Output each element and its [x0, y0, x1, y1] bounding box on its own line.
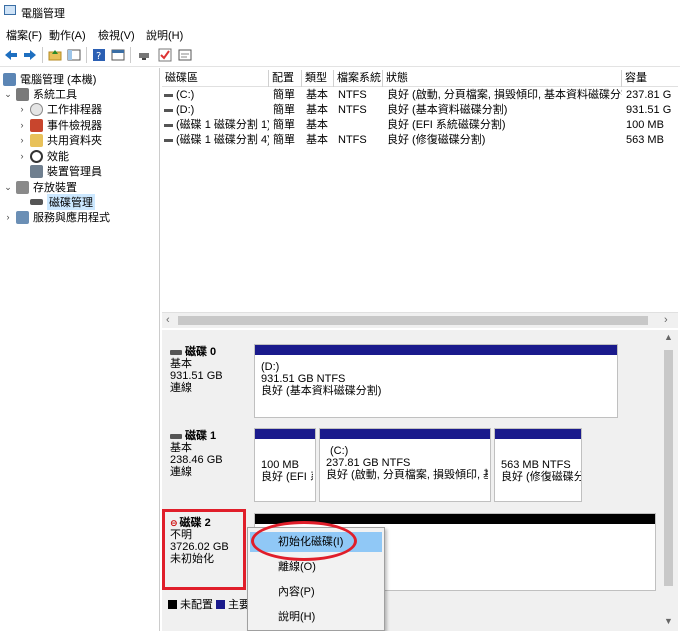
shared-folder-icon [30, 133, 43, 147]
back-icon[interactable] [3, 47, 19, 63]
chevron-right-icon[interactable]: › [17, 151, 27, 161]
menu-item-properties[interactable]: 內容(P) [250, 582, 382, 602]
tree-item-computer-management[interactable]: 電腦管理 (本機) [3, 71, 96, 87]
forward-icon[interactable] [22, 47, 38, 63]
table-row[interactable]: (D:) 簡單 基本 NTFS 良好 (基本資料磁碟分割) 931.51 G [162, 103, 678, 118]
tree-item-storage[interactable]: ⌄ 存放裝置 [3, 179, 77, 195]
table-row[interactable]: (磁碟 1 磁碟分割 1) 簡單 基本 良好 (EFI 系統磁碟分割) 100 … [162, 118, 678, 133]
column-volume[interactable]: 磁碟區 [162, 70, 269, 87]
title-bar: 電腦管理 [0, 0, 680, 22]
help-icon[interactable]: ? [91, 47, 107, 63]
table-row[interactable]: (磁碟 1 磁碟分割 4) 簡單 基本 NTFS 良好 (修復磁碟分割) 563… [162, 133, 678, 148]
tree-item-system-tools[interactable]: ⌄ 系統工具 [3, 86, 77, 102]
volume-icon [164, 138, 173, 142]
menu-view[interactable]: 檢視(V) [98, 27, 135, 43]
horizontal-scrollbar[interactable]: ‹ › [162, 312, 678, 328]
scroll-up-icon[interactable]: ▲ [664, 332, 673, 342]
disk-icon [170, 349, 182, 355]
legend-unallocated: 未配置 [168, 597, 213, 611]
storage-icon [16, 180, 29, 194]
disk-icon [170, 433, 182, 439]
up-folder-icon[interactable] [47, 47, 63, 63]
tools-icon [16, 87, 29, 101]
column-type[interactable]: 類型 [302, 70, 334, 87]
computer-icon [3, 72, 16, 86]
chevron-right-icon[interactable]: › [17, 120, 27, 130]
menu-bar: 檔案(F) 動作(A) 檢視(V) 說明(H) [0, 23, 680, 43]
tree-item-services-apps[interactable]: › 服務與應用程式 [3, 209, 110, 225]
disk-1-label[interactable]: 磁碟 1 基本 238.46 GB 連線 [162, 424, 252, 501]
vertical-scrollbar[interactable]: ▲ ▼ [659, 330, 678, 631]
performance-icon [30, 149, 43, 163]
chevron-right-icon[interactable]: › [3, 212, 13, 222]
scrollbar-thumb[interactable] [178, 316, 648, 325]
navigation-tree: 電腦管理 (本機) ⌄ 系統工具 › 工作排程器 › 事件檢視器 › 共用資料夾 › 效能… [0, 68, 160, 631]
properties-icon[interactable] [110, 47, 126, 63]
show-tree-icon[interactable] [66, 47, 82, 63]
svg-text:?: ? [96, 51, 101, 62]
disk-icon [30, 199, 43, 205]
column-capacity[interactable]: 容量 [622, 70, 678, 87]
computer-management-icon [4, 5, 16, 15]
volume-icon [164, 108, 173, 112]
scroll-right-icon[interactable]: › [664, 314, 668, 326]
chevron-down-icon[interactable]: ⌄ [3, 89, 13, 100]
window-title: 電腦管理 [21, 8, 65, 20]
tree-item-task-scheduler[interactable]: › 工作排程器 [17, 101, 102, 117]
services-icon [16, 210, 29, 224]
partition-d[interactable]: (D:) 931.51 GB NTFS 良好 (基本資料磁碟分割) [254, 344, 618, 418]
menu-action[interactable]: 動作(A) [49, 27, 86, 43]
disk-0-label[interactable]: 磁碟 0 基本 931.51 GB 連線 [162, 340, 252, 417]
connect-icon[interactable] [136, 47, 152, 63]
clock-icon [30, 102, 43, 116]
export-icon[interactable] [177, 47, 193, 63]
column-status[interactable]: 狀態 [383, 70, 622, 87]
event-icon [30, 118, 43, 132]
chevron-down-icon[interactable]: ⌄ [3, 182, 13, 193]
menu-item-help[interactable]: 說明(H) [250, 607, 382, 627]
menu-file[interactable]: 檔案(F) [6, 27, 42, 43]
volume-list-header: 磁碟區 配置 類型 檔案系統 狀態 容量 [162, 70, 678, 87]
scroll-left-icon[interactable]: ‹ [166, 314, 170, 326]
volume-icon [164, 123, 173, 127]
tree-item-event-viewer[interactable]: › 事件檢視器 [17, 117, 102, 133]
check-icon[interactable] [157, 47, 173, 63]
scrollbar-thumb[interactable] [664, 350, 673, 586]
highlight-box [162, 509, 246, 590]
partition-c[interactable]: (C:) 237.81 GB NTFS 良好 (啟動, 分頁檔案, 損毀傾印, … [319, 428, 491, 502]
legend-primary: 主要 [216, 597, 250, 611]
toolbar: ? [0, 43, 680, 67]
highlight-ellipse [251, 521, 357, 561]
chevron-right-icon[interactable]: › [17, 135, 27, 145]
column-layout[interactable]: 配置 [269, 70, 302, 87]
column-filesystem[interactable]: 檔案系統 [334, 70, 383, 87]
scroll-down-icon[interactable]: ▼ [664, 616, 673, 626]
chevron-right-icon[interactable]: › [17, 104, 27, 114]
tree-item-disk-management[interactable]: 磁碟管理 [30, 194, 95, 210]
partition-recovery[interactable]: 563 MB NTFS 良好 (修復磁碟分 [494, 428, 582, 502]
table-row[interactable]: (C:) 簡單 基本 NTFS 良好 (啟動, 分頁檔案, 損毀傾印, 基本資料… [162, 88, 678, 103]
tree-item-device-manager[interactable]: 裝置管理員 [30, 163, 102, 179]
partition-efi[interactable]: 100 MB 良好 (EFI 系 [254, 428, 316, 502]
device-icon [30, 164, 43, 178]
volume-icon [164, 93, 173, 97]
tree-item-shared-folders[interactable]: › 共用資料夾 [17, 132, 102, 148]
menu-help[interactable]: 說明(H) [146, 27, 183, 43]
tree-item-performance[interactable]: › 效能 [17, 148, 69, 164]
